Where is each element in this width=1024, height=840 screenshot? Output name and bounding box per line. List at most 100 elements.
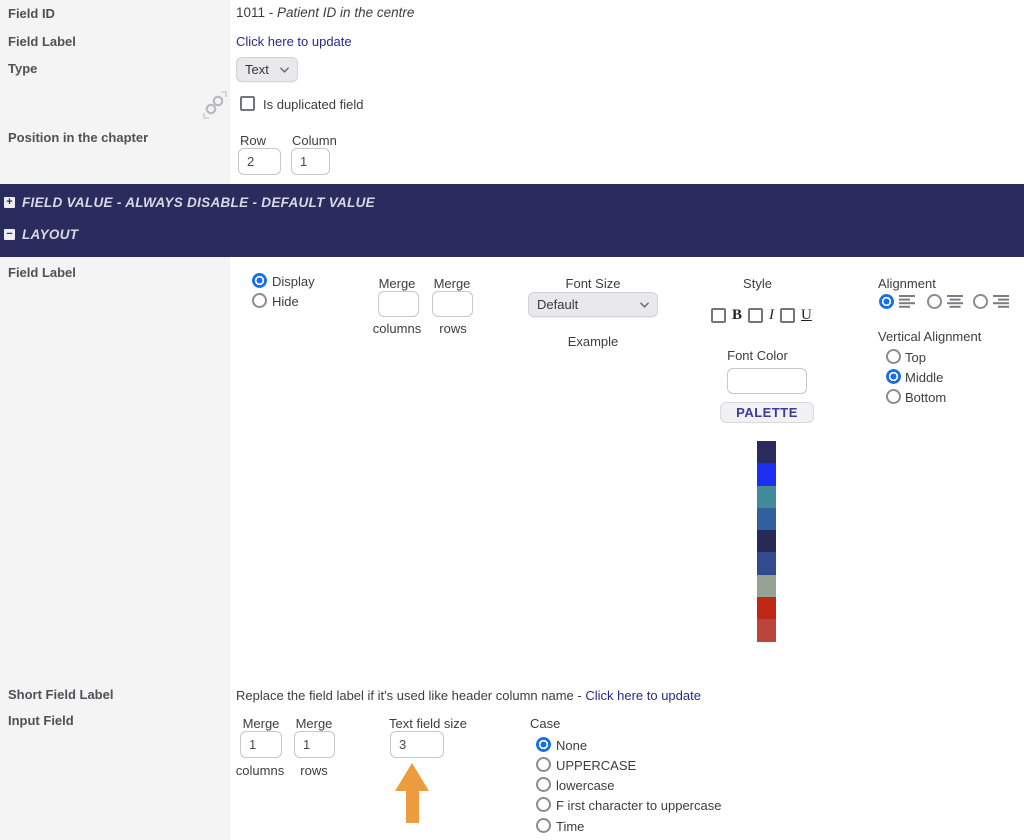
font-color-input[interactable] (727, 368, 807, 394)
palette-swatch[interactable] (757, 463, 776, 485)
palette-swatch[interactable] (757, 486, 776, 508)
example-label: Example (528, 334, 658, 349)
section-bars: + FIELD VALUE - ALWAYS DISABLE - DEFAULT… (0, 184, 1024, 257)
merge-columns-caption: columns (368, 321, 426, 336)
label-merge-columns-input[interactable] (378, 291, 419, 317)
align-center-icon (947, 295, 965, 308)
bold-checkbox[interactable] (711, 308, 726, 323)
field-id-value: 1011 - Patient ID in the centre (236, 5, 414, 20)
palette-swatch[interactable] (757, 619, 776, 641)
text-field-size-input[interactable] (390, 731, 444, 758)
align-right-radio[interactable] (973, 294, 988, 309)
case-none-radio[interactable] (536, 737, 551, 752)
field-value-section-title: FIELD VALUE - ALWAYS DISABLE - DEFAULT V… (22, 195, 375, 210)
palette-swatch[interactable] (757, 575, 776, 597)
valign-bottom-label: Bottom (905, 390, 946, 405)
case-time-label: Time (556, 819, 584, 834)
font-size-dropdown[interactable]: Default (528, 292, 658, 317)
input-merge-columns-header: Merge (236, 716, 286, 731)
palette-swatch[interactable] (757, 441, 776, 463)
align-left-radio[interactable] (879, 294, 894, 309)
short-field-label-update-link[interactable]: Click here to update (585, 688, 701, 703)
field-value-section-bar[interactable]: + FIELD VALUE - ALWAYS DISABLE - DEFAULT… (4, 195, 375, 210)
valign-top-radio[interactable] (886, 349, 901, 364)
align-left-icon (899, 295, 917, 308)
hide-radio[interactable] (252, 293, 267, 308)
row-input[interactable] (238, 148, 281, 175)
is-duplicated-label: Is duplicated field (263, 97, 363, 112)
font-size-dropdown-value: Default (537, 297, 578, 312)
input-merge-rows-caption: rows (292, 763, 336, 778)
column-input[interactable] (291, 148, 330, 175)
field-id-name: Patient ID in the centre (277, 5, 414, 20)
bold-label: B (732, 307, 742, 324)
case-lowercase-label: lowercase (556, 778, 615, 793)
case-time-radio[interactable] (536, 818, 551, 833)
annotation-arrow-stem (406, 790, 419, 823)
is-duplicated-checkbox[interactable] (240, 96, 255, 111)
case-uppercase-radio[interactable] (536, 757, 551, 772)
collapse-minus-icon[interactable]: − (4, 229, 15, 240)
input-merge-columns-caption: columns (230, 763, 290, 778)
case-label: Case (530, 716, 560, 731)
label-merge-rows-input[interactable] (432, 291, 473, 317)
style-label: Style (700, 276, 815, 291)
case-none-label: None (556, 738, 587, 753)
italic-label: I (769, 307, 774, 324)
short-field-label-description: Replace the field label if it's used lik… (236, 688, 701, 703)
case-lowercase-radio[interactable] (536, 777, 551, 792)
valign-top-label: Top (905, 350, 926, 365)
field-label-update-link[interactable]: Click here to update (236, 34, 352, 49)
input-field-label: Input Field (8, 713, 74, 728)
case-uppercase-label: UPPERCASE (556, 758, 636, 773)
type-label: Type (8, 61, 37, 76)
case-firstchar-radio[interactable] (536, 797, 551, 812)
case-firstchar-label: F irst character to uppercase (556, 798, 721, 813)
short-field-label-text: Replace the field label if it's used lik… (236, 688, 585, 703)
valign-middle-label: Middle (905, 370, 943, 385)
input-merge-columns-input[interactable] (240, 731, 282, 758)
display-radio[interactable] (252, 273, 267, 288)
layout-section-title: LAYOUT (22, 227, 78, 242)
valign-middle-radio[interactable] (886, 369, 901, 384)
merge-columns-header: Merge (372, 276, 422, 291)
palette-swatch[interactable] (757, 597, 776, 619)
chevron-down-icon (280, 67, 289, 73)
field-id-number: 1011 - (236, 5, 277, 20)
type-dropdown[interactable]: Text (236, 57, 298, 82)
valign-bottom-radio[interactable] (886, 389, 901, 404)
align-center-radio[interactable] (927, 294, 942, 309)
palette-swatch[interactable] (757, 508, 776, 530)
position-in-chapter-label: Position in the chapter (8, 130, 148, 145)
row-label: Row (240, 133, 266, 148)
align-right-icon (993, 295, 1011, 308)
italic-checkbox[interactable] (748, 308, 763, 323)
input-merge-rows-header: Merge (290, 716, 338, 731)
merge-rows-caption: rows (432, 321, 474, 336)
layout-section-bar[interactable]: − LAYOUT (4, 227, 78, 242)
expand-plus-icon[interactable]: + (4, 197, 15, 208)
field-id-label: Field ID (8, 6, 55, 21)
palette-swatch[interactable] (757, 530, 776, 552)
merge-rows-header: Merge (428, 276, 476, 291)
underline-checkbox[interactable] (780, 308, 795, 323)
palette-swatch[interactable] (757, 552, 776, 574)
column-label: Column (292, 133, 337, 148)
style-checkboxes: B I U (711, 307, 812, 324)
vertical-alignment-label: Vertical Alignment (878, 329, 981, 344)
field-label-label: Field Label (8, 34, 76, 49)
hide-radio-label: Hide (272, 294, 299, 309)
font-color-label: Font Color (710, 348, 805, 363)
field-editor-page: Field ID 1011 - Patient ID in the centre… (0, 0, 1024, 840)
display-radio-label: Display (272, 274, 315, 289)
underline-label: U (801, 307, 812, 324)
chevron-down-icon (640, 302, 649, 308)
font-size-label: Font Size (528, 276, 658, 291)
palette-button[interactable]: PALETTE (720, 402, 814, 423)
input-merge-rows-input[interactable] (294, 731, 335, 758)
link-chain-icon (200, 89, 230, 121)
type-dropdown-value: Text (245, 62, 269, 77)
short-field-label-label: Short Field Label (8, 687, 113, 702)
alignment-label: Alignment (878, 276, 936, 291)
text-field-size-label: Text field size (389, 716, 467, 731)
